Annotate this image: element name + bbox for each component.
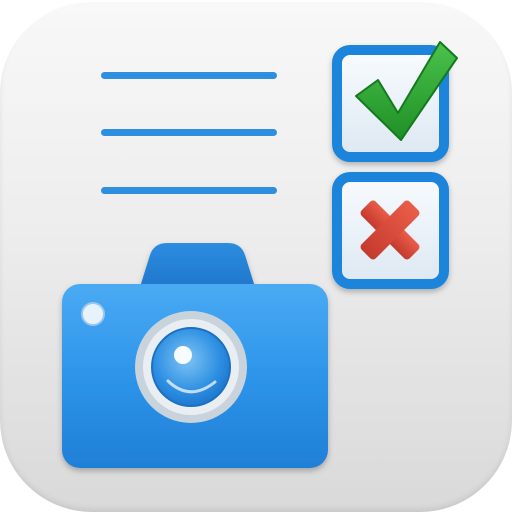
- checklist-line-1: [101, 72, 277, 79]
- camera-icon: [62, 243, 328, 468]
- app-icon-artwork: [62, 41, 458, 468]
- checklist-line-2: [101, 129, 277, 136]
- checked-box-icon: [332, 41, 458, 162]
- camera-lens: [151, 327, 231, 407]
- checklist-lines-icon: [101, 72, 277, 194]
- camera-top-bump: [140, 243, 255, 287]
- camera-flash: [81, 302, 105, 326]
- app-icon-canvas: [0, 0, 512, 512]
- crossed-box-icon: [332, 172, 449, 289]
- checklist-line-3: [101, 187, 277, 194]
